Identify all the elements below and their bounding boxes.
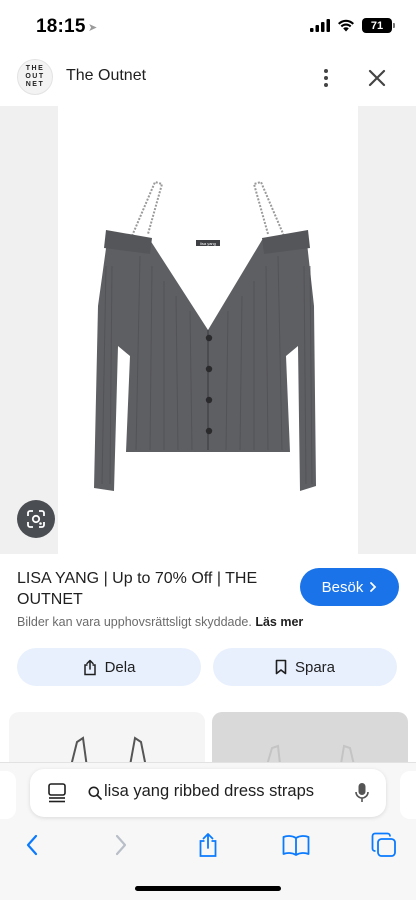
home-indicator — [135, 886, 281, 891]
bookmark-icon — [275, 659, 287, 675]
more-options-button[interactable] — [314, 64, 338, 92]
status-time: 18:15 — [36, 16, 86, 37]
product-image-area[interactable]: lisa yang — [0, 106, 416, 554]
location-arrow-icon: ➤ — [88, 22, 98, 34]
forward-button[interactable] — [105, 829, 137, 861]
chain-strap-left — [131, 180, 164, 237]
status-icons: 71 — [310, 18, 395, 33]
more-vertical-icon — [324, 69, 328, 73]
chevron-right-icon — [370, 582, 377, 592]
share-button[interactable]: Dela — [17, 648, 201, 686]
visit-button-label: Besök — [321, 578, 364, 596]
site-logo: THE OUT NET — [17, 59, 53, 95]
back-button[interactable] — [16, 829, 48, 861]
lens-search-button[interactable] — [17, 500, 55, 538]
battery-level: 71 — [370, 19, 384, 32]
garment-label: lisa yang — [200, 241, 216, 246]
site-header: THE OUT NET The Outnet — [0, 54, 416, 102]
result-title[interactable]: LISA YANG | Up to 70% Off | THE OUTNET — [17, 568, 292, 610]
lens-search-icon — [27, 510, 45, 528]
site-name: The Outnet — [66, 67, 147, 84]
visit-button[interactable]: Besök — [300, 568, 399, 606]
next-tab-peek[interactable] — [400, 771, 416, 819]
search-icon — [88, 786, 102, 800]
share-button-label: Dela — [104, 658, 136, 676]
product-image: lisa yang — [94, 180, 316, 491]
share-page-button[interactable] — [192, 829, 224, 861]
cellular-signal-icon — [310, 19, 330, 32]
address-bar-query: lisa yang ribbed dress straps — [104, 782, 315, 800]
bookmarks-button[interactable] — [280, 829, 312, 861]
logo-line-2: OUT — [25, 73, 45, 80]
status-bar: 18:15 ➤ 71 — [0, 0, 416, 54]
previous-tab-peek[interactable] — [0, 771, 16, 819]
close-icon[interactable] — [363, 64, 391, 92]
share-icon — [83, 659, 96, 675]
save-button-label: Spara — [294, 658, 336, 676]
chain-strap-right — [252, 180, 285, 237]
save-button[interactable]: Spara — [213, 648, 397, 686]
microphone-icon[interactable] — [354, 782, 370, 804]
learn-more-link[interactable]: Läs mer — [255, 615, 303, 629]
copyright-notice: Bilder kan vara upphovsrättsligt skyddad… — [17, 615, 303, 629]
tabs-button[interactable] — [368, 829, 400, 861]
logo-line-3: NET — [25, 81, 45, 88]
page-menu-icon[interactable] — [46, 783, 68, 803]
share-icon — [199, 833, 217, 857]
navigation-row — [0, 825, 416, 869]
address-bar[interactable]: lisa yang ribbed dress straps — [30, 769, 386, 817]
chevron-right-icon — [115, 834, 127, 856]
cardigan-body — [94, 234, 316, 491]
logo-line-1: THE — [25, 65, 45, 72]
wifi-icon — [338, 19, 354, 32]
battery-icon: 71 — [362, 18, 395, 33]
browser-toolbar: lisa yang ribbed dress straps — [0, 762, 416, 900]
tabs-icon — [371, 832, 396, 857]
bookmarks-book-icon — [282, 835, 310, 856]
chevron-left-icon — [26, 834, 38, 856]
copyright-text: Bilder kan vara upphovsrättsligt skyddad… — [17, 615, 252, 629]
